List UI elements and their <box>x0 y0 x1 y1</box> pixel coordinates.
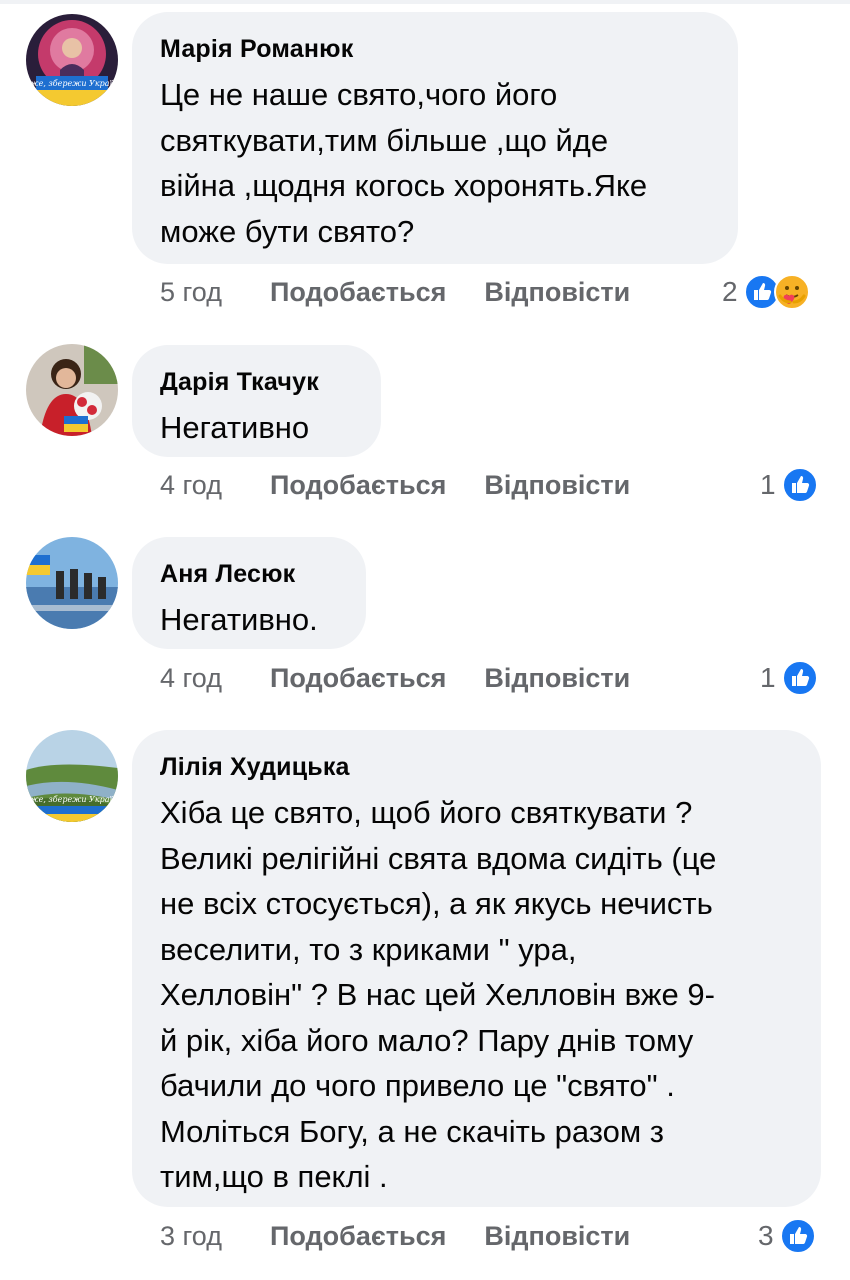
reaction-count: 3 <box>758 1220 774 1251</box>
reactions-summary[interactable]: 2 <box>722 272 810 312</box>
like-icon <box>779 1218 816 1254</box>
like-button[interactable]: Подобається <box>270 277 446 308</box>
comment-author[interactable]: Аня Лесюк <box>160 557 338 591</box>
comment-actions: 5 год Подобається Відповісти <box>160 272 630 312</box>
comment-text: Це не наше свято,чого його святкувати,ти… <box>160 77 648 249</box>
like-icon <box>781 660 818 696</box>
like-button[interactable]: Подобається <box>270 470 446 501</box>
reply-button[interactable]: Відповісти <box>484 663 630 694</box>
comment-text: Негативно. <box>160 602 318 637</box>
avatar-caption: Боже, збережи Україну! <box>26 795 118 804</box>
avatar-caption: Боже, збережи Україну! <box>26 79 118 88</box>
comment-timestamp[interactable]: 5 год <box>160 277 270 308</box>
like-button[interactable]: Подобається <box>270 1221 446 1252</box>
reaction-count: 1 <box>760 469 776 500</box>
comment-text: Хіба це свято, щоб його святкувати ? Вел… <box>160 795 717 1194</box>
comment-timestamp[interactable]: 3 год <box>160 1221 270 1252</box>
like-icon <box>781 467 818 503</box>
reply-button[interactable]: Відповісти <box>484 1221 630 1252</box>
reaction-count: 1 <box>760 662 776 693</box>
reactions-summary[interactable]: 3 <box>758 1216 816 1256</box>
avatar[interactable] <box>26 537 118 629</box>
comment-text: Негативно <box>160 410 310 445</box>
comment-bubble: Марія Романюк Це не наше свято,чого його… <box>132 12 738 264</box>
comment-timestamp[interactable]: 4 год <box>160 663 270 694</box>
top-divider <box>0 0 850 4</box>
comment-author[interactable]: Марія Романюк <box>160 32 710 66</box>
comment-actions: 4 год Подобається Відповісти <box>160 465 630 505</box>
comment-actions: 4 год Подобається Відповісти <box>160 658 630 698</box>
avatar[interactable]: Боже, збережи Україну! <box>26 730 118 822</box>
comment-author[interactable]: Дарія Ткачук <box>160 365 353 399</box>
like-button[interactable]: Подобається <box>270 663 446 694</box>
care-icon <box>773 274 810 310</box>
reactions-summary[interactable]: 1 <box>760 465 818 505</box>
comment-timestamp[interactable]: 4 год <box>160 470 270 501</box>
avatar[interactable] <box>26 344 118 436</box>
reactions-summary[interactable]: 1 <box>760 658 818 698</box>
comment-bubble: Аня Лесюк Негативно. <box>132 537 366 649</box>
reaction-count: 2 <box>722 276 738 307</box>
comment-bubble: Дарія Ткачук Негативно <box>132 345 381 457</box>
avatar[interactable]: Боже, збережи Україну! <box>26 14 118 106</box>
comment-author[interactable]: Лілія Худицька <box>160 750 793 784</box>
comment-bubble: Лілія Худицька Хіба це свято, щоб його с… <box>132 730 821 1207</box>
comment-actions: 3 год Подобається Відповісти <box>160 1216 630 1256</box>
reply-button[interactable]: Відповісти <box>484 277 630 308</box>
reply-button[interactable]: Відповісти <box>484 470 630 501</box>
